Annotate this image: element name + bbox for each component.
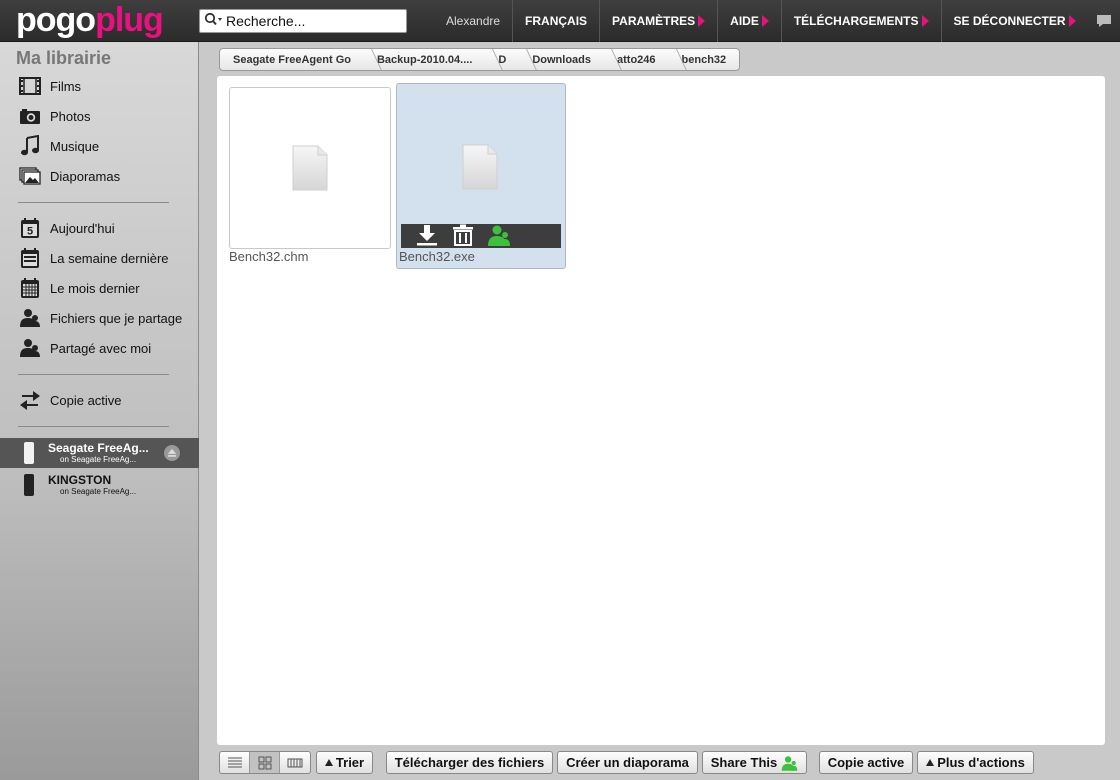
sidebar-item-music[interactable]: Musique: [18, 133, 99, 159]
nav-settings[interactable]: PARAMÈTRES: [599, 0, 717, 42]
device-kingston[interactable]: KINGSTON on Seagate FreeAg...: [0, 470, 199, 500]
nav-help[interactable]: AIDE: [717, 0, 781, 42]
sync-arrows-icon: [18, 388, 42, 412]
share-this-button[interactable]: Share This: [702, 751, 807, 774]
slideshow-icon: [18, 164, 42, 188]
list-view-icon[interactable]: [220, 752, 250, 773]
document-icon: [292, 145, 328, 191]
breadcrumb: Seagate FreeAgent Go Backup-2010.04.... …: [219, 48, 741, 71]
breadcrumb-item[interactable]: bench32: [669, 49, 740, 70]
sidebar-item-photos[interactable]: Photos: [18, 103, 90, 129]
eject-icon[interactable]: [164, 445, 180, 461]
sidebar-item-slideshows[interactable]: Diaporamas: [18, 163, 120, 189]
pogoplug-logo[interactable]: pogoplug: [16, 3, 164, 37]
svg-text:5: 5: [27, 226, 33, 238]
nav-logout[interactable]: SE DÉCONNECTER: [940, 0, 1088, 42]
search-input[interactable]: [226, 13, 396, 29]
file-tile-selected[interactable]: Bench32.exe: [396, 83, 566, 269]
file-name[interactable]: Bench32.chm: [229, 249, 309, 264]
breadcrumb-item[interactable]: atto246: [604, 49, 669, 70]
breadcrumb-item[interactable]: Seagate FreeAgent Go: [220, 49, 364, 70]
breadcrumb-item[interactable]: D: [485, 49, 519, 70]
share-user-icon[interactable]: [487, 224, 511, 249]
file-grid: Bench32.chm Bench32.exe: [217, 76, 1105, 745]
user-name: Alexandre: [446, 14, 501, 28]
arrow-right-icon: [1068, 15, 1076, 27]
sidebar-item-today[interactable]: 5 Aujourd'hui: [18, 215, 115, 241]
top-bar: pogoplug Alexandre FRANÇAIS PARAMÈTRES A…: [0, 0, 1120, 42]
view-mode-toggle: [219, 751, 311, 774]
file-action-bar: [401, 224, 561, 248]
download-files-button[interactable]: Télécharger des fichiers: [386, 751, 553, 774]
search-box[interactable]: [199, 9, 407, 33]
sort-button[interactable]: Trier: [316, 751, 373, 774]
file-name[interactable]: Bench32.exe: [399, 249, 475, 264]
arrow-right-icon: [698, 15, 706, 27]
sidebar-item-shared-with-me[interactable]: Partagé avec moi: [18, 335, 151, 361]
top-nav: Alexandre FRANÇAIS PARAMÈTRES AIDE TÉLÉC…: [434, 0, 1088, 42]
document-icon: [462, 144, 498, 190]
sidebar-divider: [18, 202, 169, 203]
triangle-up-icon: [926, 759, 935, 766]
music-note-icon: [18, 134, 42, 158]
sidebar-divider: [18, 426, 169, 427]
usb-drive-icon: [24, 474, 34, 496]
arrow-right-icon: [761, 15, 769, 27]
shared-user-icon: [18, 306, 42, 330]
triangle-up-icon: [324, 759, 333, 766]
nav-downloads[interactable]: TÉLÉCHARGEMENTS: [780, 0, 941, 42]
share-user-icon: [781, 755, 798, 771]
breadcrumb-item[interactable]: Downloads: [519, 49, 604, 70]
shared-with-me-icon: [18, 336, 42, 360]
device-seagate[interactable]: Seagate FreeAg... on Seagate FreeAg...: [0, 438, 199, 468]
sidebar-item-active-copy[interactable]: Copie active: [18, 387, 122, 413]
arrow-right-icon: [921, 15, 929, 27]
calendar-day-icon: 5: [18, 216, 42, 240]
camera-icon: [18, 104, 42, 128]
more-actions-button[interactable]: Plus d'actions: [917, 751, 1034, 774]
film-icon: [18, 74, 42, 98]
sidebar-item-my-shares[interactable]: Fichiers que je partage: [18, 305, 182, 331]
sidebar-divider: [18, 374, 169, 375]
download-icon[interactable]: [415, 224, 439, 249]
filmstrip-view-icon[interactable]: [280, 752, 310, 773]
calendar-week-icon: [18, 246, 42, 270]
search-icon[interactable]: [204, 12, 226, 31]
chat-bubble-icon[interactable]: [1095, 12, 1113, 30]
sidebar-item-films[interactable]: Films: [18, 73, 81, 99]
nav-language[interactable]: FRANÇAIS: [512, 0, 599, 42]
active-copy-button[interactable]: Copie active: [819, 751, 913, 774]
library-title: Ma librairie: [16, 48, 112, 68]
file-tile[interactable]: [229, 87, 391, 249]
usb-drive-icon: [24, 442, 34, 464]
calendar-month-icon: [18, 276, 42, 300]
breadcrumb-item[interactable]: Backup-2010.04....: [364, 49, 485, 70]
grid-view-icon[interactable]: [250, 752, 280, 773]
sidebar-item-last-month[interactable]: Le mois dernier: [18, 275, 140, 301]
trash-icon[interactable]: [451, 224, 475, 249]
sidebar-item-last-week[interactable]: La semaine dernière: [18, 245, 169, 271]
create-slideshow-button[interactable]: Créer un diaporama: [557, 751, 698, 774]
sidebar: Ma librairie Films Photos Musique Diapor…: [0, 42, 199, 780]
